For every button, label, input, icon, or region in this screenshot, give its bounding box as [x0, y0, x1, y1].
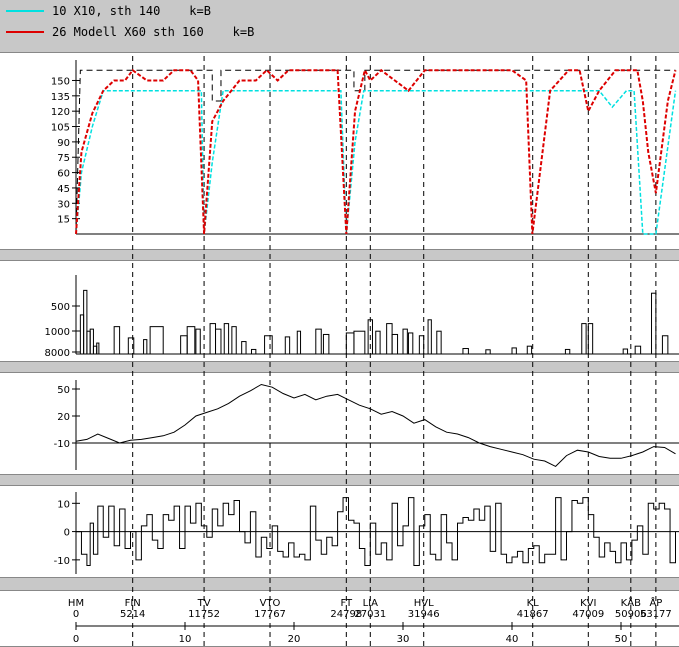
panel-bg-0 — [0, 52, 679, 250]
station-code-2: TV — [197, 598, 211, 609]
station-pos-5: 27031 — [354, 609, 386, 620]
station-pos-3: 17767 — [254, 609, 286, 620]
station-pos-10: 53177 — [640, 609, 672, 620]
km-tick-label-3: 30 — [397, 634, 410, 645]
speed-ytick-label-2: 45 — [57, 184, 70, 195]
km-tick-label-2: 20 — [288, 634, 301, 645]
radius-ytick-label-1: 1000 — [45, 327, 70, 338]
station-code-5: LIA — [363, 598, 379, 609]
station-code-4: FT — [340, 598, 353, 609]
station-code-6: HVL — [414, 598, 434, 609]
gradient-ytick-label-2: -10 — [54, 556, 70, 567]
station-pos-1: 5214 — [120, 609, 145, 620]
speed-ytick-label-0: 15 — [57, 215, 70, 226]
gradient-ytick-label-1: 0 — [64, 528, 70, 539]
gradient-ytick-label-0: 10 — [57, 499, 70, 510]
speed-ytick-label-8: 135 — [51, 92, 70, 103]
station-pos-7: 41867 — [517, 609, 549, 620]
km-tick-label-0: 0 — [73, 634, 79, 645]
station-code-9: KÅB — [621, 596, 641, 609]
station-code-3: VTO — [260, 598, 281, 609]
station-code-0: HM — [68, 598, 84, 609]
speed-ytick-label-1: 30 — [57, 199, 70, 210]
radius-ytick-label-2: 8000 — [45, 348, 70, 359]
speed-ytick-label-4: 75 — [57, 153, 70, 164]
height-ytick-label-0: 50 — [57, 385, 70, 396]
height-ytick-label-2: -10 — [54, 439, 70, 450]
station-code-10: ÅP — [649, 596, 662, 609]
speed-ytick-label-6: 105 — [51, 123, 70, 134]
station-code-7: KL — [527, 598, 540, 609]
speed-profile-chart: 153045607590105120135150500100080005020-… — [0, 52, 679, 647]
speed-ytick-label-3: 60 — [57, 169, 70, 180]
km-tick-label-1: 10 — [179, 634, 192, 645]
km-tick-label-4: 40 — [506, 634, 519, 645]
station-code-1: FIN — [125, 598, 141, 609]
station-code-8: KVI — [580, 598, 596, 609]
speed-ytick-label-9: 150 — [51, 76, 70, 87]
height-ytick-label-1: 20 — [57, 412, 70, 423]
panel-bg-2 — [0, 372, 679, 475]
station-pos-8: 47009 — [572, 609, 604, 620]
station-pos-2: 11752 — [188, 609, 220, 620]
km-tick-label-5: 50 — [615, 634, 628, 645]
station-pos-0: 0 — [73, 609, 79, 620]
panel-bg-1 — [0, 260, 679, 362]
speed-ytick-label-5: 90 — [57, 138, 70, 149]
radius-ytick-label-0: 500 — [51, 302, 70, 313]
station-pos-6: 31946 — [408, 609, 440, 620]
speed-ytick-label-7: 120 — [51, 107, 70, 118]
